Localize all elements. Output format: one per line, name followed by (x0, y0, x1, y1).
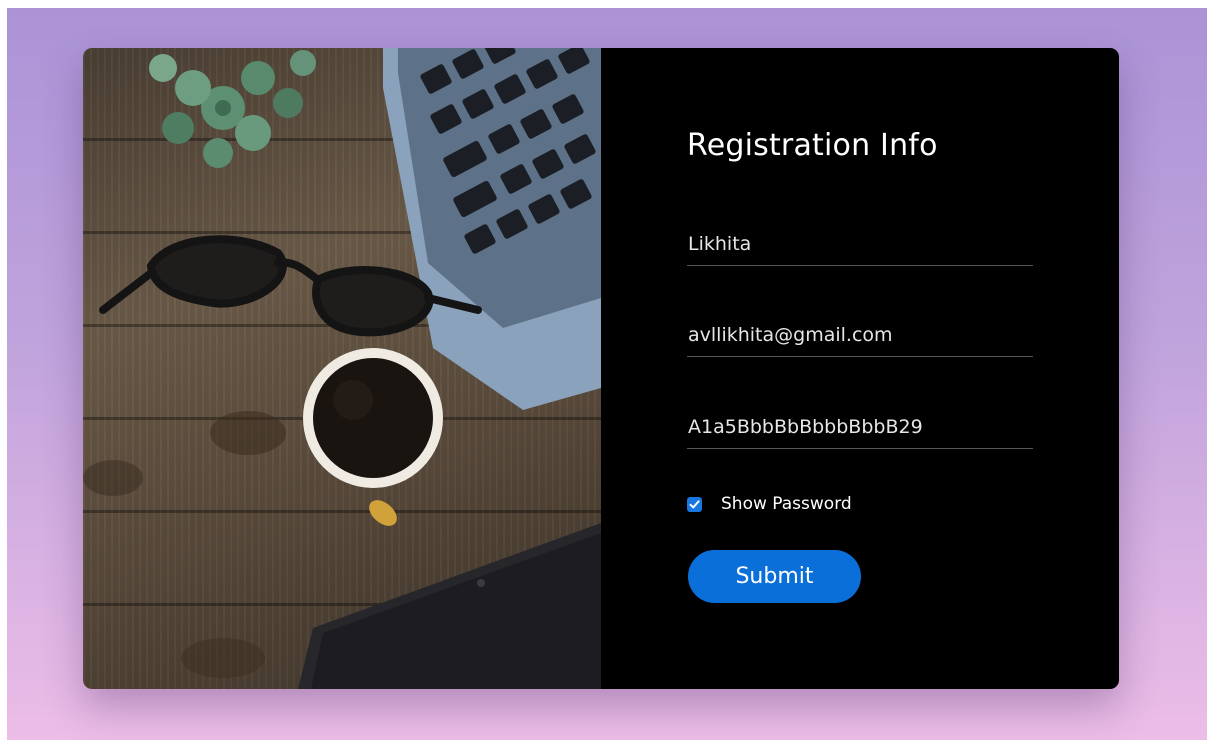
show-password-toggle[interactable]: Show Password (687, 494, 852, 514)
check-icon (689, 499, 700, 508)
submit-button[interactable]: Submit (688, 550, 861, 603)
name-input[interactable] (687, 222, 1033, 266)
registration-form: Registration Info Show Password Submit (601, 48, 1119, 689)
tablet-image (298, 523, 601, 689)
desk-illustration (83, 48, 601, 689)
form-title: Registration Info (687, 128, 938, 163)
show-password-checkbox[interactable] (687, 496, 702, 512)
coffee-cup-image (303, 348, 443, 526)
laptop-image (383, 48, 601, 410)
registration-card: Registration Info Show Password Submit (83, 48, 1119, 689)
email-input[interactable] (687, 313, 1033, 357)
show-password-label: Show Password (721, 494, 852, 514)
password-input[interactable] (687, 405, 1033, 449)
plant-image (149, 50, 316, 168)
desk-photo (83, 48, 601, 689)
